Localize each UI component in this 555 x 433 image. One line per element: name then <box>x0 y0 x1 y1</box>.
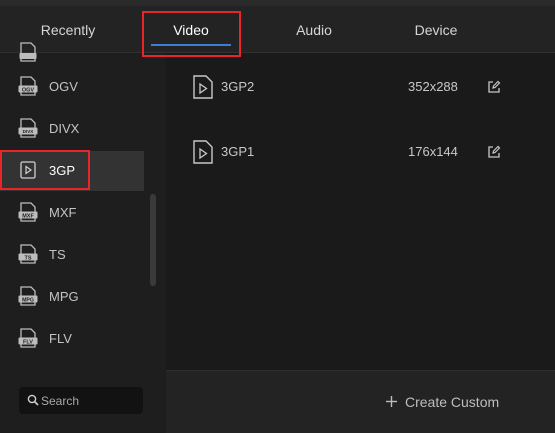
format-label-mpg: MPG <box>49 289 79 304</box>
preset-resolution: 352x288 <box>408 79 458 94</box>
mpg-format-icon: MPG <box>18 286 38 306</box>
flv-icon-badge: FLV <box>23 339 33 345</box>
format-label-flv: FLV <box>49 331 72 346</box>
format-label-divx: DIVX <box>49 121 80 136</box>
ogv-format-icon: OGV <box>18 76 38 96</box>
divx-icon-badge: DIVX <box>23 129 35 134</box>
create-custom-button[interactable]: Create Custom <box>385 389 499 415</box>
video-file-icon <box>193 75 213 99</box>
mxf-format-icon: MXF <box>18 202 38 222</box>
search-icon <box>27 394 39 406</box>
plus-icon <box>386 396 397 407</box>
preset-row-3gp1[interactable]: 3GP1 176x144 <box>166 131 555 171</box>
format-item-mxf[interactable]: MXF MXF <box>0 193 144 233</box>
edit-icon[interactable] <box>487 145 501 159</box>
create-custom-label: Create Custom <box>405 394 500 410</box>
play-file-icon <box>20 161 36 179</box>
preset-resolution: 176x144 <box>408 144 458 159</box>
format-item-flv[interactable]: FLV FLV <box>0 319 144 359</box>
format-label-3gp: 3GP <box>49 163 76 178</box>
preset-row-3gp2[interactable]: 3GP2 352x288 <box>166 66 555 106</box>
tab-audio[interactable]: Audio <box>264 6 364 52</box>
format-label-ts: TS <box>49 247 66 262</box>
format-item-3gp[interactable]: 3GP <box>0 151 144 191</box>
preset-footer: Create Custom <box>166 370 555 433</box>
active-tab-indicator <box>151 44 231 46</box>
flv-format-icon: FLV <box>18 328 38 348</box>
search-input[interactable] <box>41 387 139 414</box>
format-item-ts[interactable]: TS TS <box>0 235 144 275</box>
video-file-icon <box>193 140 213 164</box>
mxf-icon-badge: MXF <box>22 213 34 219</box>
mpg-icon-badge: MPG <box>22 297 34 303</box>
divx-format-icon: DIVX <box>18 118 38 138</box>
preset-list: 3GP2 352x288 3GP1 176x144 <box>166 53 555 370</box>
film-format-icon <box>19 42 37 62</box>
preset-name: 3GP1 <box>221 144 255 159</box>
edit-icon[interactable] <box>487 80 501 94</box>
format-sidebar: OGV OGV DIVX DIVX 3GP MXF MXF TS TS MPG … <box>0 42 165 432</box>
format-item-mpg[interactable]: MPG MPG <box>0 277 144 317</box>
ogv-icon-badge: OGV <box>22 87 35 93</box>
format-item-divx[interactable]: DIVX DIVX <box>0 109 144 149</box>
sidebar-scrollbar[interactable] <box>150 194 156 286</box>
preset-name: 3GP2 <box>221 79 255 94</box>
tab-device[interactable]: Device <box>386 6 486 52</box>
format-item-ogv[interactable]: OGV OGV <box>0 67 144 107</box>
ts-icon-badge: TS <box>24 255 31 261</box>
format-search-box[interactable] <box>19 387 143 414</box>
format-label-mxf: MXF <box>49 205 77 220</box>
ts-format-icon: TS <box>18 244 38 264</box>
format-label-ogv: OGV <box>49 79 78 94</box>
